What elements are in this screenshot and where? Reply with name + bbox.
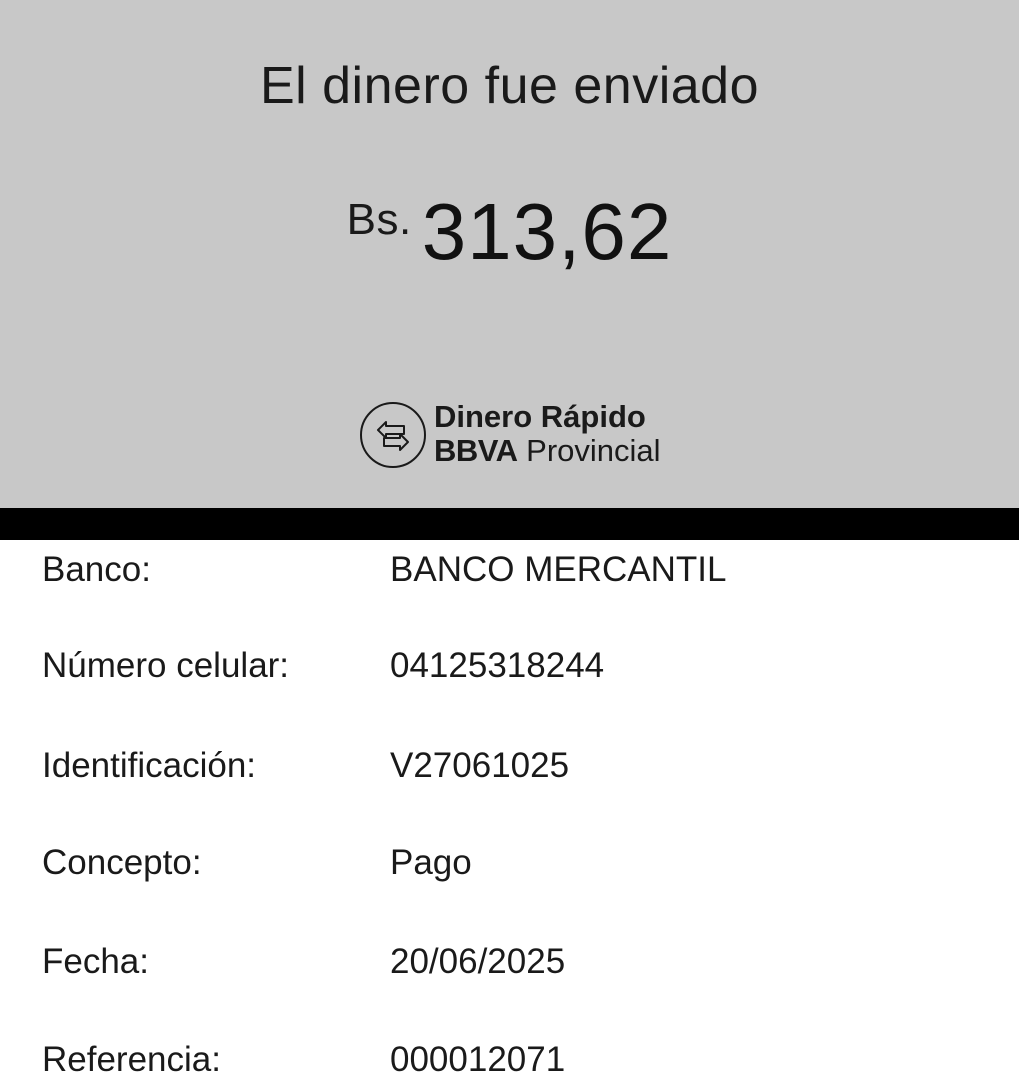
amount-value: 313,62 bbox=[421, 187, 673, 276]
detail-label: Concepto: bbox=[42, 843, 202, 882]
detail-label: Identificación: bbox=[42, 746, 257, 785]
currency-symbol: Bs. bbox=[346, 195, 412, 244]
transfer-arrows-icon bbox=[360, 402, 426, 468]
detail-row-bank: Banco: BANCO MERCANTIL bbox=[0, 540, 1019, 600]
detail-label: Referencia: bbox=[42, 1040, 221, 1079]
detail-value: V27061025 bbox=[390, 746, 570, 785]
detail-value: Pago bbox=[390, 843, 472, 882]
detail-value: BANCO MERCANTIL bbox=[390, 550, 727, 589]
brand-product-name: Dinero Rápido bbox=[434, 399, 646, 434]
detail-row-phone: Número celular: 04125318244 bbox=[0, 636, 1019, 696]
divider-band bbox=[0, 508, 1019, 540]
brand-bbva: BBVA bbox=[434, 433, 518, 468]
detail-row-reference: Referencia: 000012071 bbox=[0, 1030, 1019, 1090]
amount-display: Bs. 313,62 bbox=[0, 184, 1019, 280]
detail-value: 20/06/2025 bbox=[390, 942, 566, 981]
detail-value: 000012071 bbox=[390, 1040, 566, 1079]
detail-row-date: Fecha: 20/06/2025 bbox=[0, 932, 1019, 992]
brand-region: Provincial bbox=[526, 433, 661, 468]
brand-bank-name: BBVA Provincial bbox=[434, 434, 661, 468]
detail-value: 04125318244 bbox=[390, 646, 605, 685]
receipt-header: El dinero fue enviado Bs. 313,62 Dinero … bbox=[0, 0, 1019, 508]
detail-label: Banco: bbox=[42, 550, 151, 589]
detail-row-concept: Concepto: Pago bbox=[0, 833, 1019, 893]
detail-row-id: Identificación: V27061025 bbox=[0, 736, 1019, 796]
detail-label: Número celular: bbox=[42, 646, 290, 685]
brand-logo: Dinero Rápido BBVA Provincial bbox=[358, 398, 678, 470]
brand-text: Dinero Rápido BBVA Provincial bbox=[434, 400, 661, 468]
page-title: El dinero fue enviado bbox=[259, 57, 760, 115]
detail-label: Fecha: bbox=[42, 942, 149, 981]
